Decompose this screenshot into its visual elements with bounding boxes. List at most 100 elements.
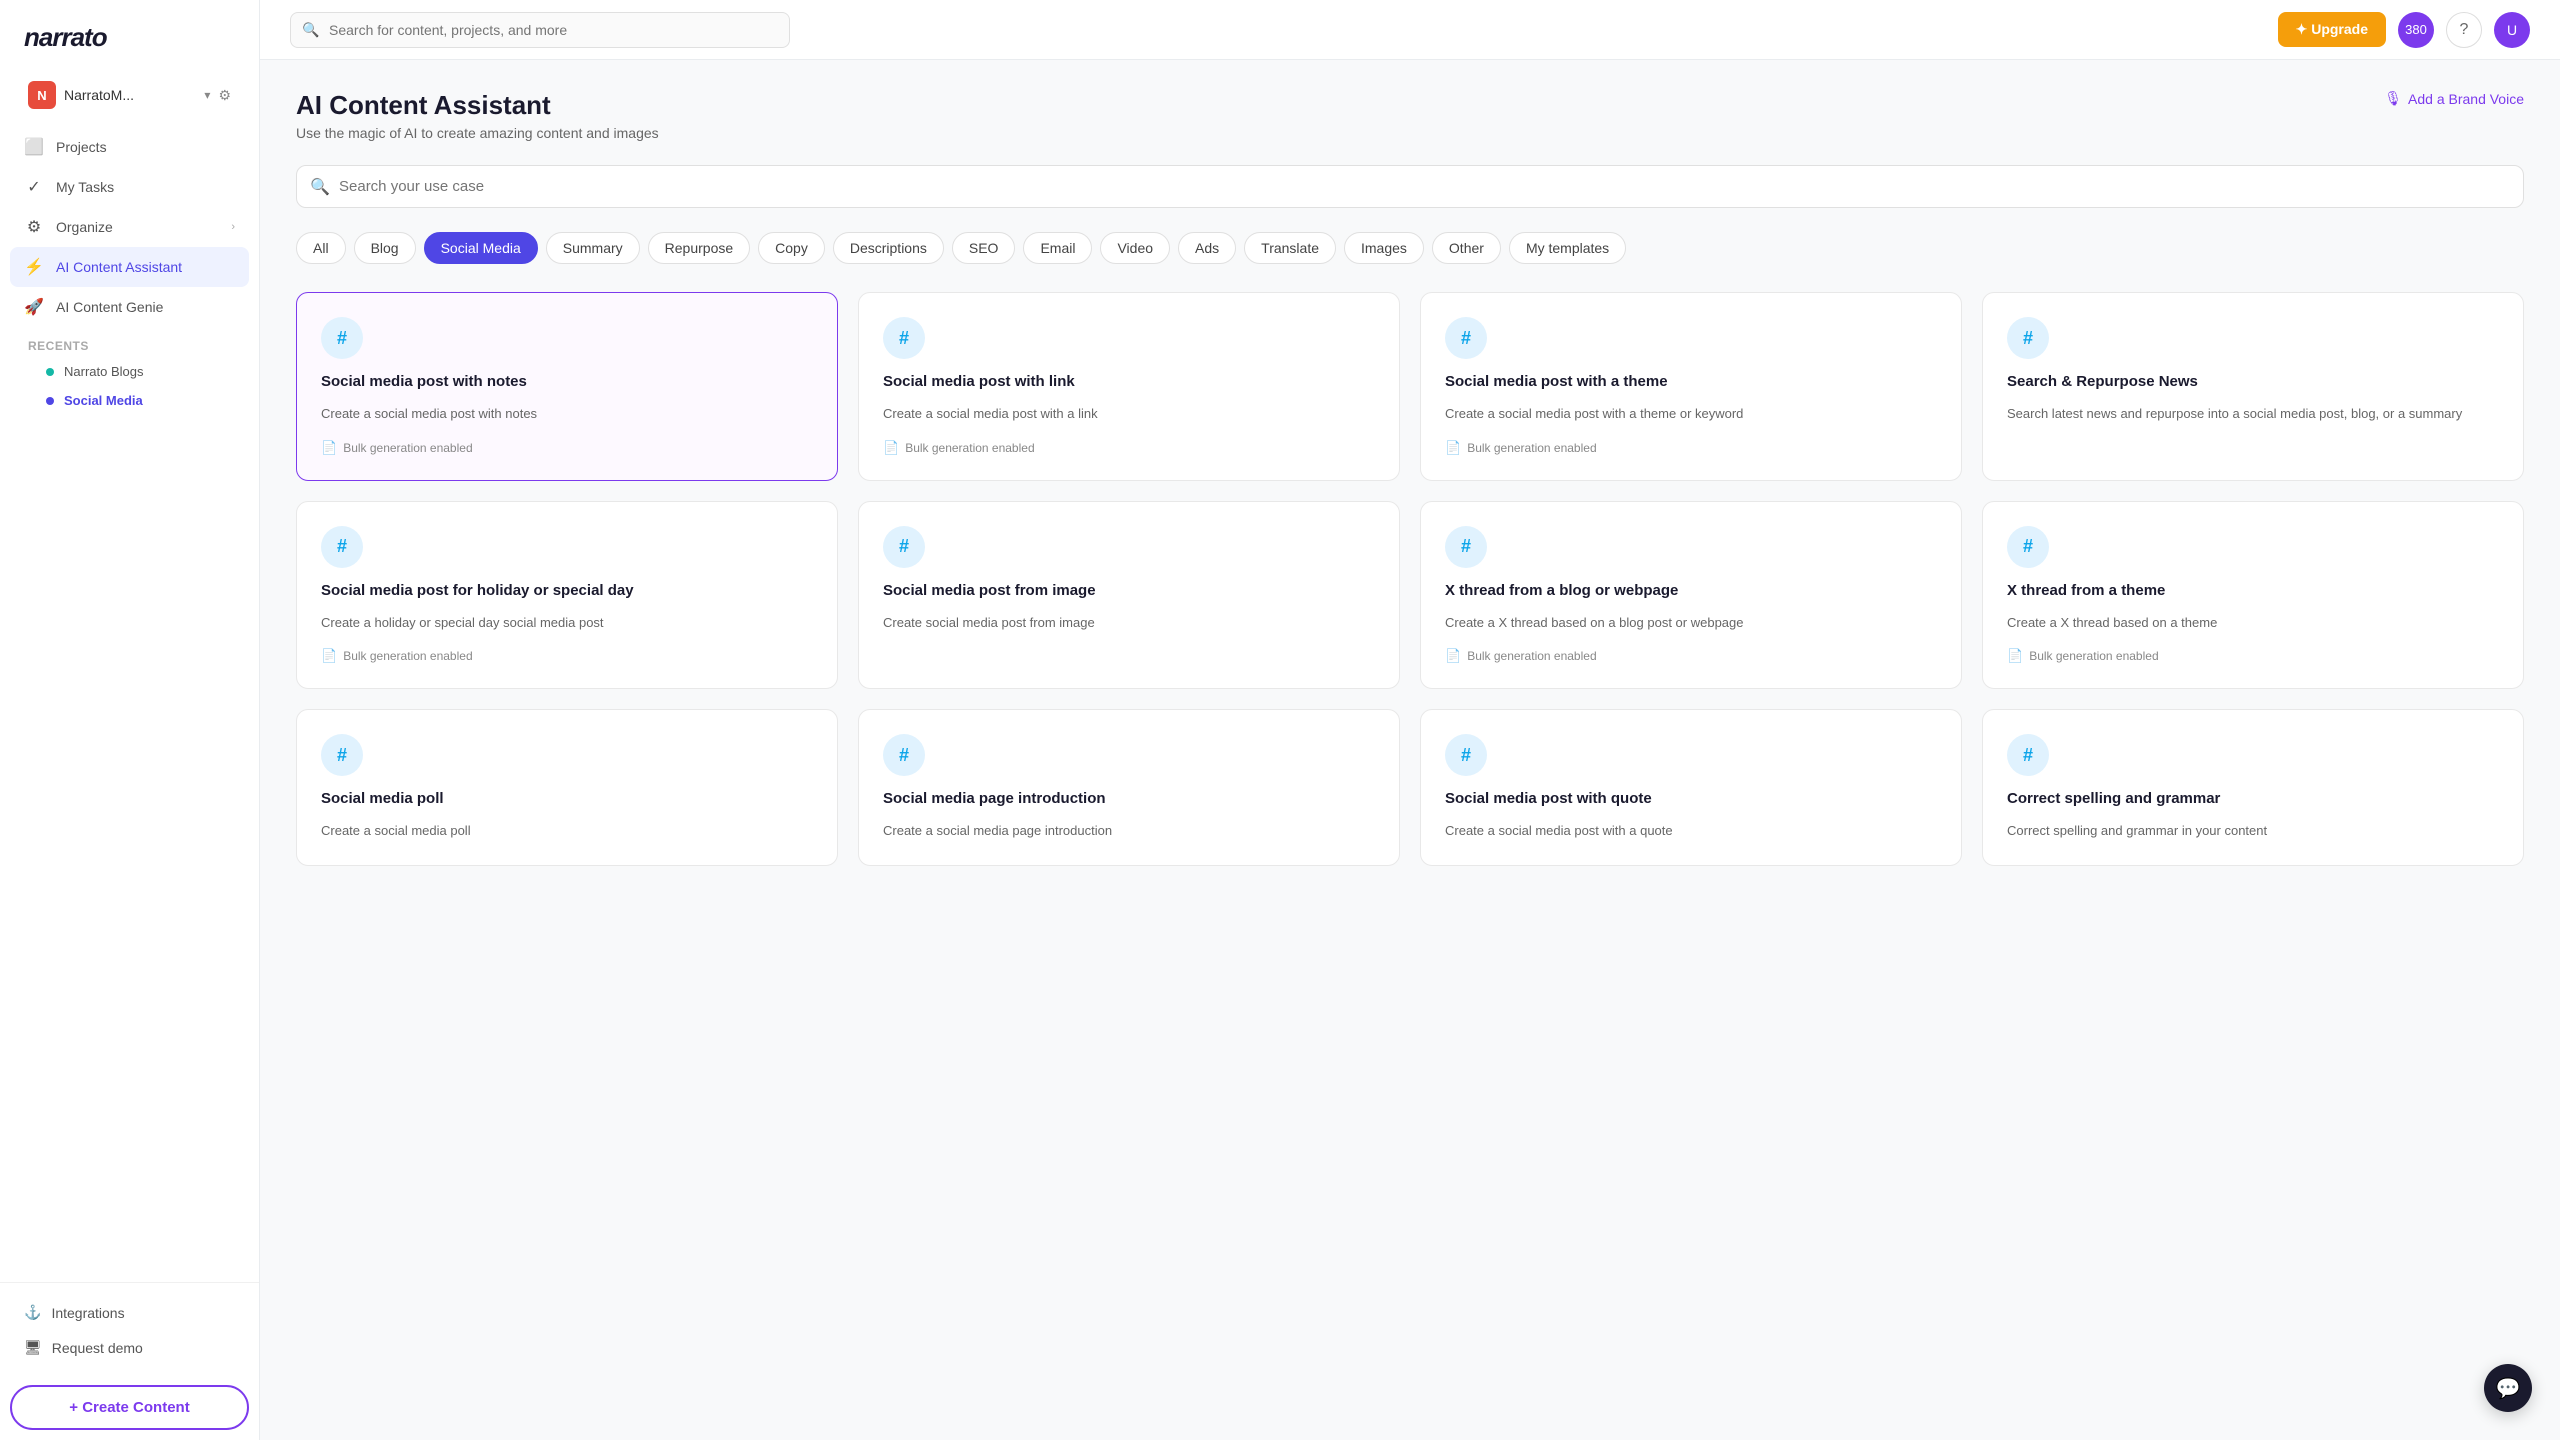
card-correct-spelling-grammar[interactable]: # Correct spelling and grammar Correct s… [1982,709,2524,866]
blue-dot-icon [46,397,54,405]
card-search-repurpose-news[interactable]: # Search & Repurpose News Search latest … [1982,292,2524,481]
card-title: X thread from a blog or webpage [1445,580,1937,601]
help-button[interactable]: ? [2446,12,2482,48]
chat-bubble-button[interactable]: 💬 [2484,1364,2532,1412]
copy-icon: 📄 [1445,440,1461,456]
page-content: AI Content Assistant Use the magic of AI… [260,60,2560,1440]
hashtag-icon: # [883,526,925,568]
add-brand-voice-button[interactable]: 🎙 Add a Brand Voice [2384,90,2524,107]
logo: narrato [0,0,259,71]
sidebar-item-social-media[interactable]: Social Media [10,386,249,415]
filter-translate[interactable]: Translate [1244,232,1336,264]
filter-social-media[interactable]: Social Media [424,232,538,264]
card-title: Social media post for holiday or special… [321,580,813,601]
card-desc: Create social media post from image [883,613,1375,665]
filter-repurpose[interactable]: Repurpose [648,232,751,264]
sidebar-item-integrations[interactable]: ⚓ Integrations [10,1295,249,1330]
header-right: ✦ Upgrade 380 ? U [2278,12,2530,48]
sidebar-item-projects[interactable]: ⬜ Projects [10,127,249,167]
bulk-badge: 📄 Bulk generation enabled [321,648,813,664]
page-header: AI Content Assistant Use the magic of AI… [296,90,2524,141]
user-avatar[interactable]: U [2494,12,2530,48]
filter-descriptions[interactable]: Descriptions [833,232,944,264]
hashtag-icon: # [1445,317,1487,359]
bulk-label: Bulk generation enabled [1467,649,1596,663]
bulk-label: Bulk generation enabled [343,649,472,663]
card-social-media-with-theme[interactable]: # Social media post with a theme Create … [1420,292,1962,481]
card-page-introduction[interactable]: # Social media page introduction Create … [858,709,1400,866]
card-social-media-poll[interactable]: # Social media poll Create a social medi… [296,709,838,866]
hashtag-icon: # [321,734,363,776]
create-content-button[interactable]: + Create Content [10,1385,249,1430]
hashtag-icon: # [2007,317,2049,359]
sidebar-item-label: AI Content Assistant [56,259,182,275]
sidebar-item-narrato-blogs[interactable]: Narrato Blogs [10,357,249,386]
bulk-badge: 📄 Bulk generation enabled [883,440,1375,456]
card-desc: Create a social media poll [321,821,813,841]
gear-icon[interactable]: ⚙ [218,87,231,104]
card-holiday-post[interactable]: # Social media post for holiday or speci… [296,501,838,690]
card-desc: Create a social media page introduction [883,821,1375,841]
sidebar-item-request-demo[interactable]: 🖥 Request demo [10,1330,249,1365]
sidebar-item-organize[interactable]: ⚙ Organize › [10,207,249,247]
sidebar-item-my-tasks[interactable]: ✓ My Tasks [10,167,249,207]
account-switcher[interactable]: N NarratoM... ▾ ⚙ [10,71,249,119]
hashtag-icon: # [1445,526,1487,568]
page-subtitle: Use the magic of AI to create amazing co… [296,125,659,141]
filter-blog[interactable]: Blog [354,232,416,264]
bulk-label: Bulk generation enabled [2029,649,2158,663]
filter-images[interactable]: Images [1344,232,1424,264]
bulk-badge: 📄 Bulk generation enabled [321,440,813,456]
filter-seo[interactable]: SEO [952,232,1016,264]
hashtag-icon: # [2007,734,2049,776]
filter-other[interactable]: Other [1432,232,1501,264]
hashtag-icon: # [1445,734,1487,776]
sidebar-item-ai-content-assistant[interactable]: ⚡ AI Content Assistant [10,247,249,287]
card-desc: Create a social media post with notes [321,404,813,424]
card-x-thread-blog[interactable]: # X thread from a blog or webpage Create… [1420,501,1962,690]
card-desc: Create a social media post with a theme … [1445,404,1937,424]
copy-icon: 📄 [1445,648,1461,664]
notification-badge[interactable]: 380 [2398,12,2434,48]
anchor-icon: ⚓ [24,1304,41,1321]
card-social-media-with-link[interactable]: # Social media post with link Create a s… [858,292,1400,481]
filter-email[interactable]: Email [1023,232,1092,264]
search-input[interactable] [290,12,790,48]
card-post-from-image[interactable]: # Social media post from image Create so… [858,501,1400,690]
chevron-right-icon: › [231,221,235,233]
filter-ads[interactable]: Ads [1178,232,1236,264]
card-social-media-with-notes[interactable]: # Social media post with notes Create a … [296,292,838,481]
card-title: X thread from a theme [2007,580,2499,601]
card-x-thread-theme[interactable]: # X thread from a theme Create a X threa… [1982,501,2524,690]
rocket-icon: 🚀 [24,297,44,317]
tasks-icon: ✓ [24,177,44,197]
copy-icon: 📄 [883,440,899,456]
global-search: 🔍 [290,12,790,48]
mic-icon: 🎙 [2384,90,2402,107]
filter-copy[interactable]: Copy [758,232,825,264]
filter-all[interactable]: All [296,232,346,264]
card-title: Correct spelling and grammar [2007,788,2499,809]
cards-grid: # Social media post with notes Create a … [296,292,2524,866]
card-desc: Create a social media post with a quote [1445,821,1937,841]
copy-icon: 📄 [2007,648,2023,664]
upgrade-button[interactable]: ✦ Upgrade [2278,12,2386,47]
sidebar-bottom-label: Request demo [52,1340,143,1356]
use-case-search-input[interactable] [296,165,2524,208]
hashtag-icon: # [883,734,925,776]
sidebar-sub-label: Narrato Blogs [64,364,143,379]
main-area: 🔍 ✦ Upgrade 380 ? U AI Content Assistant… [260,0,2560,1440]
card-desc: Create a X thread based on a theme [2007,613,2499,633]
sidebar-bottom: ⚓ Integrations 🖥 Request demo [0,1282,259,1377]
card-post-with-quote[interactable]: # Social media post with quote Create a … [1420,709,1962,866]
copy-icon: 📄 [321,648,337,664]
account-avatar: N [28,81,56,109]
filter-summary[interactable]: Summary [546,232,640,264]
monitor-icon: 🖥 [24,1339,42,1356]
filter-video[interactable]: Video [1100,232,1170,264]
filter-my-templates[interactable]: My templates [1509,232,1626,264]
sidebar-item-label: Organize [56,219,113,235]
card-desc: Create a holiday or special day social m… [321,613,813,633]
sidebar-item-label: My Tasks [56,179,114,195]
sidebar-item-ai-content-genie[interactable]: 🚀 AI Content Genie [10,287,249,327]
